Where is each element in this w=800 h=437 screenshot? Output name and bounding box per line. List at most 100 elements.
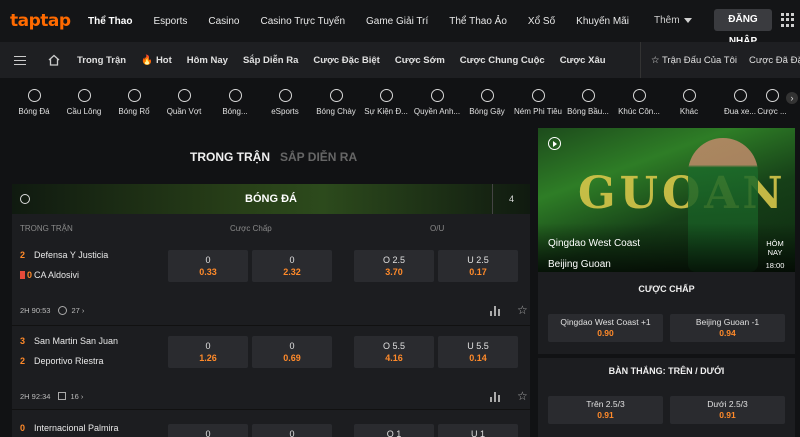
- over-odds[interactable]: Trên 2.5/3 0.91: [548, 396, 663, 424]
- live-stream-icon[interactable]: [58, 306, 68, 315]
- sport-label: Ném Phi Tiêu: [513, 107, 563, 116]
- over-under-box: BÀN THẮNG: TRÊN / DƯỚI Trên 2.5/3 0.91 Dư…: [538, 358, 795, 437]
- nav-games[interactable]: Game Giải Trí: [366, 16, 428, 27]
- tab-live[interactable]: TRONG TRẬN: [190, 150, 270, 164]
- taptap-logo[interactable]: taptap: [10, 11, 71, 31]
- volleyball-icon: [228, 89, 242, 102]
- match-time: 2H 90:53: [20, 306, 51, 315]
- sport-soccer[interactable]: Bóng Đá: [9, 78, 59, 128]
- home-team: 3 San Martin San Juan: [20, 336, 118, 346]
- subnav-special[interactable]: Cược Đặc Biệt: [313, 55, 379, 66]
- sport-boxing[interactable]: Quyền Anh...: [412, 78, 462, 128]
- nav-live-casino[interactable]: Casino Trực Tuyến: [261, 16, 346, 27]
- stats-icon[interactable]: [490, 306, 500, 316]
- sport-label: Bóng Đá: [18, 107, 50, 116]
- match-row: 0 Internacional Palmira 0 0 O 1 U 1: [12, 414, 530, 437]
- odds-button[interactable]: O 2.5 3.70: [354, 250, 434, 282]
- odds-button[interactable]: 0: [252, 424, 332, 437]
- sport-badminton[interactable]: Cầu Lông: [59, 78, 109, 128]
- subnav-hot[interactable]: 🔥 Hot: [141, 55, 172, 66]
- sport-baseball[interactable]: Bóng Chày: [311, 78, 361, 128]
- odds-button[interactable]: 0 2.32: [252, 250, 332, 282]
- nav-sports[interactable]: Thể Thao: [88, 16, 132, 27]
- chevron-right-icon[interactable]: ›: [786, 92, 798, 104]
- odds-button[interactable]: U 5.5 0.14: [438, 336, 518, 368]
- handicap-box: CƯỢC CHẤP Qingdao West Coast +1 0.90 Beij…: [538, 272, 795, 354]
- subnav-early[interactable]: Cược Sớm: [395, 55, 445, 66]
- my-matches-link[interactable]: ☆ Trận Đấu Của Tôi: [651, 55, 737, 66]
- hockey-stick-icon: [632, 89, 646, 102]
- sports-row: Bóng Đá Cầu Lông Bóng Rổ Quần Vợt Bóng..…: [0, 78, 800, 128]
- sport-header[interactable]: BÓNG ĐÁ 4: [12, 184, 530, 214]
- login-button[interactable]: ĐĂNG NHẬP: [714, 9, 772, 47]
- tennis-icon: [177, 89, 191, 102]
- home-team: 2 Defensa Y Justicia: [20, 250, 108, 260]
- sport-bets[interactable]: Cược ...: [752, 78, 792, 128]
- nav-lottery[interactable]: Xổ Số: [528, 16, 555, 27]
- sport-cricket[interactable]: Bóng Gậy: [462, 78, 512, 128]
- featured-match-banner[interactable]: GUOAN Qingdao West Coast Beijing Guoan: [538, 128, 795, 272]
- subnav-live[interactable]: Trong Trận: [77, 55, 126, 66]
- star-icon: ☆: [651, 54, 662, 66]
- sport-label: Khác: [679, 107, 699, 116]
- handicap-home-odds[interactable]: Qingdao West Coast +1 0.90: [548, 314, 663, 342]
- boxing-glove-icon: [430, 89, 444, 102]
- play-icon[interactable]: [548, 137, 561, 150]
- soccer-ball-icon: [27, 89, 41, 102]
- more-markets[interactable]: 27: [71, 306, 79, 315]
- home-score: 3: [20, 336, 26, 346]
- scoreboard-icon[interactable]: [58, 392, 67, 400]
- sport-darts[interactable]: Ném Phi Tiêu: [513, 78, 563, 128]
- subnav-parlay[interactable]: Cược Xâu: [560, 55, 606, 66]
- odds-button[interactable]: O 5.5 4.16: [354, 336, 434, 368]
- sport-tennis[interactable]: Quần Vợt: [159, 78, 209, 128]
- sport-events[interactable]: Sự Kiện Đ...: [361, 78, 411, 128]
- favorite-star-icon[interactable]: ☆: [517, 390, 528, 402]
- sport-esports[interactable]: eSports: [260, 78, 310, 128]
- sport-label: Quyền Anh...: [413, 107, 461, 116]
- nav-casino[interactable]: Casino: [208, 16, 239, 27]
- apps-grid-icon[interactable]: [781, 13, 795, 27]
- over-under-title: BÀN THẮNG: TRÊN / DƯỚI: [608, 366, 725, 376]
- sub-nav-right: ☆ Trận Đấu Của Tôi Cược Đã Đặt: [640, 42, 800, 78]
- odds-button[interactable]: U 2.5 0.17: [438, 250, 518, 282]
- main-nav: Thể Thao Esports Casino Casino Trực Tuyế…: [88, 0, 650, 42]
- tab-upcoming[interactable]: SẮP DIỄN RA: [280, 150, 357, 164]
- home-icon[interactable]: [48, 54, 60, 66]
- away-name: CA Aldosivi: [34, 270, 80, 280]
- menu-icon[interactable]: [14, 56, 26, 65]
- more-markets[interactable]: 16: [70, 392, 78, 401]
- sport-volleyball[interactable]: Bóng...: [210, 78, 260, 128]
- placed-bets-link[interactable]: Cược Đã Đặt: [749, 55, 800, 66]
- subnav-today[interactable]: Hôm Nay: [187, 55, 228, 66]
- nav-promotions[interactable]: Khuyến Mãi: [576, 16, 629, 27]
- under-odds[interactable]: Dưới 2.5/3 0.91: [670, 396, 785, 424]
- plus-icon: [682, 89, 696, 102]
- nav-esports[interactable]: Esports: [153, 16, 187, 27]
- odds-button[interactable]: 0 0.69: [252, 336, 332, 368]
- rugby-ball-icon: [581, 89, 595, 102]
- subnav-outright[interactable]: Cược Chung Cuộc: [460, 55, 545, 66]
- sport-hockey[interactable]: Khúc Côn...: [614, 78, 664, 128]
- sport-basketball[interactable]: Bóng Rổ: [109, 78, 159, 128]
- chevron-down-icon: [683, 17, 692, 23]
- odds-button[interactable]: U 1: [438, 424, 518, 437]
- away-team: 2 Deportivo Riestra: [20, 356, 104, 366]
- handicap-away-odds[interactable]: Beijing Guoan -1 0.94: [670, 314, 785, 342]
- event-icon: [379, 89, 393, 102]
- sport-american-football[interactable]: Bóng Bầu...: [563, 78, 613, 128]
- odds-button[interactable]: O 1: [354, 424, 434, 437]
- odds-button[interactable]: 0 0.33: [168, 250, 248, 282]
- stats-icon[interactable]: [490, 392, 500, 402]
- home-score: 0: [20, 423, 26, 433]
- esports-icon: [278, 89, 292, 102]
- odds-button[interactable]: 0: [168, 424, 248, 437]
- more-menu[interactable]: Thêm: [654, 15, 692, 26]
- racing-icon: [733, 89, 747, 102]
- sport-other[interactable]: Khác: [664, 78, 714, 128]
- odds-button[interactable]: 0 1.26: [168, 336, 248, 368]
- subnav-upcoming[interactable]: Sắp Diễn Ra: [243, 55, 298, 66]
- away-team: 0 CA Aldosivi: [20, 270, 79, 280]
- nav-virtual-sports[interactable]: Thể Thao Ảo: [449, 16, 507, 27]
- favorite-star-icon[interactable]: ☆: [517, 304, 528, 316]
